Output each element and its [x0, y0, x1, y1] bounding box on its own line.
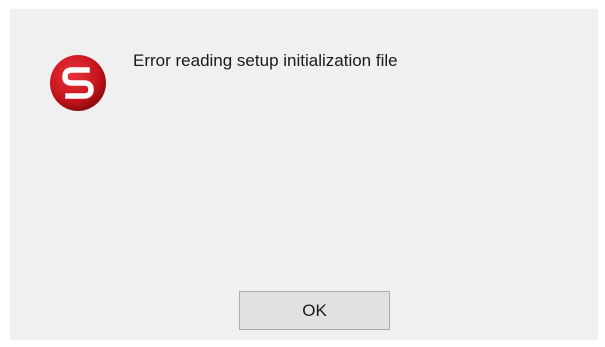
error-dialog: Error reading setup initialization file …: [10, 9, 598, 340]
ok-button[interactable]: OK: [239, 291, 390, 330]
error-message: Error reading setup initialization file: [133, 51, 398, 70]
app-logo-icon: [48, 53, 108, 113]
